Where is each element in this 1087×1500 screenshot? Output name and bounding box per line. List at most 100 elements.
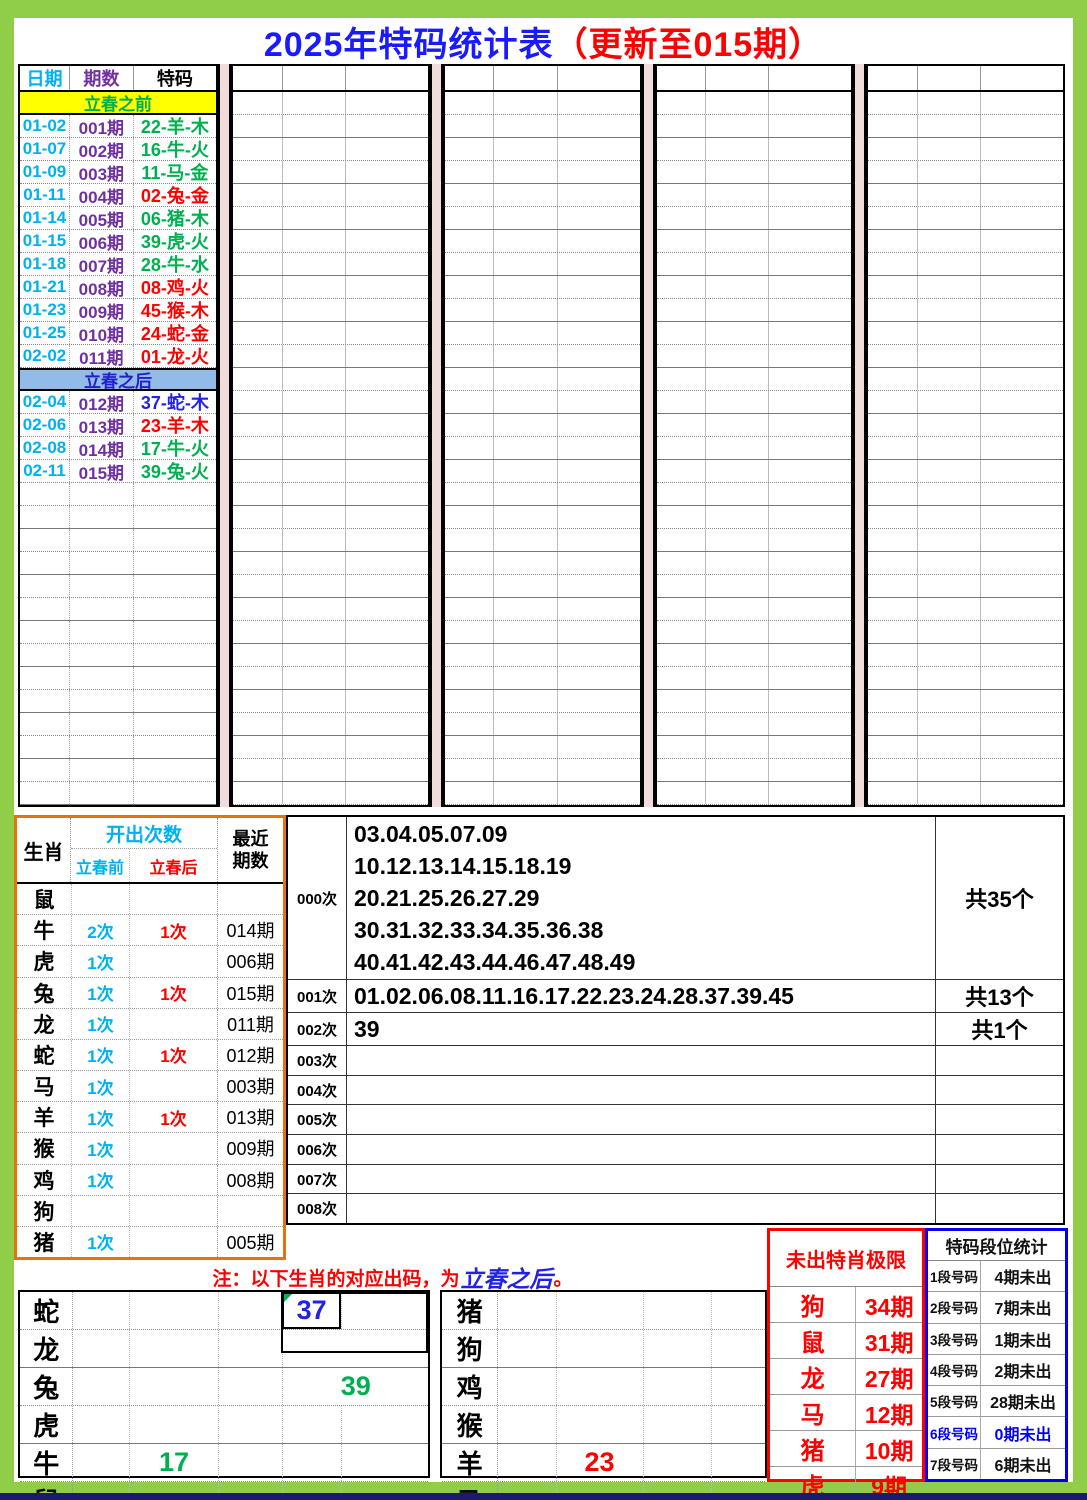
header-period: 期数 bbox=[69, 66, 133, 90]
grid-cell bbox=[73, 1444, 128, 1481]
count-before: 1次 bbox=[71, 977, 129, 1008]
empty-code-cell bbox=[132, 529, 216, 551]
empty-result-row bbox=[233, 115, 428, 138]
empty-cell bbox=[493, 667, 556, 689]
grid-cell bbox=[73, 1406, 128, 1443]
code-cell: 16-牛-火 bbox=[132, 138, 216, 160]
row-label: 蛇 bbox=[20, 1292, 74, 1329]
empty-cell bbox=[445, 299, 494, 321]
empty-result-row bbox=[444, 391, 640, 414]
empty-cell bbox=[233, 552, 282, 574]
empty-cell bbox=[556, 506, 640, 528]
empty-cell bbox=[556, 483, 640, 505]
results-group-empty bbox=[654, 64, 854, 807]
code-cell: 17-牛-火 bbox=[132, 437, 216, 459]
empty-cell bbox=[705, 138, 768, 160]
recent-period: 011期 bbox=[217, 1008, 283, 1039]
grid-cell bbox=[710, 1368, 765, 1405]
empty-cell bbox=[344, 575, 428, 597]
empty-cell bbox=[980, 667, 1063, 689]
date-cell: 01-21 bbox=[22, 277, 67, 296]
empty-cell bbox=[493, 414, 556, 436]
empty-cell bbox=[980, 184, 1063, 206]
empty-cell bbox=[657, 621, 706, 643]
empty-result-row bbox=[868, 460, 1063, 483]
selected-cell-value[interactable]: 37 bbox=[282, 1292, 341, 1329]
recent-period: 005期 bbox=[217, 1226, 283, 1258]
zodiac-count-table: 生肖 开出次数 立春前 立春后 最近 期数 鼠 牛 2次 1次 014期 虎 1… bbox=[14, 815, 286, 1260]
counts-row: 000次 03.04.05.07.09 10.12.13.14.15.18.19 2… bbox=[288, 817, 1063, 980]
count-after bbox=[129, 1195, 217, 1226]
empty-date-cell bbox=[20, 713, 69, 735]
empty-result-row bbox=[444, 115, 640, 138]
empty-cell bbox=[344, 667, 428, 689]
empty-cell bbox=[233, 460, 282, 482]
missing-zodiac-row: 马 12期 bbox=[770, 1395, 922, 1431]
code-cell: 23-羊-木 bbox=[132, 414, 216, 436]
empty-cell bbox=[445, 230, 494, 252]
empty-result-row bbox=[656, 368, 852, 391]
zodiac-name: 马 bbox=[33, 1076, 55, 1100]
empty-cell bbox=[445, 115, 494, 137]
empty-cell bbox=[281, 690, 345, 712]
empty-result-row bbox=[444, 529, 640, 552]
count-label: 004次 bbox=[288, 1075, 347, 1105]
empty-cell bbox=[493, 644, 556, 666]
empty-cell bbox=[493, 621, 556, 643]
empty-cell bbox=[657, 506, 706, 528]
empty-cell bbox=[705, 345, 768, 367]
empty-cell bbox=[868, 276, 917, 298]
empty-result-row bbox=[868, 368, 1063, 391]
empty-cell bbox=[556, 575, 640, 597]
empty-result-row bbox=[233, 368, 428, 391]
empty-cell bbox=[768, 391, 851, 413]
header-code: 特码 bbox=[132, 66, 216, 90]
empty-cell bbox=[705, 598, 768, 620]
recent-period: 015期 bbox=[217, 977, 283, 1008]
empty-cell bbox=[705, 115, 768, 137]
date-cell: 02-08 bbox=[22, 438, 67, 457]
empty-date-cell bbox=[20, 736, 69, 758]
empty-cell bbox=[445, 414, 494, 436]
count-label: 007次 bbox=[288, 1164, 347, 1194]
empty-cell bbox=[657, 92, 706, 114]
empty-result-row bbox=[444, 690, 640, 713]
empty-result-row bbox=[233, 529, 428, 552]
empty-cell bbox=[556, 230, 640, 252]
code-cell: 08-鸡-火 bbox=[132, 276, 216, 298]
empty-cell bbox=[445, 575, 494, 597]
empty-header-cell bbox=[657, 66, 706, 90]
empty-cell bbox=[705, 391, 768, 413]
empty-cell bbox=[493, 138, 556, 160]
empty-code-cell bbox=[132, 598, 216, 620]
count-total bbox=[935, 1046, 1063, 1075]
empty-cell bbox=[556, 460, 640, 482]
grid-row: 狗 bbox=[442, 1330, 765, 1368]
empty-cell bbox=[768, 184, 851, 206]
empty-cell bbox=[445, 92, 494, 114]
empty-cell bbox=[233, 644, 282, 666]
empty-cell bbox=[556, 644, 640, 666]
count-after: 1次 bbox=[129, 977, 217, 1008]
empty-result-row bbox=[233, 161, 428, 184]
empty-cell bbox=[768, 598, 851, 620]
count-after: 1次 bbox=[129, 915, 217, 946]
missing-zodiac-table: 未出特肖极限 狗 34期 鼠 31期 龙 27期 马 12期 猪 10期 虎 9… bbox=[767, 1228, 925, 1500]
empty-cell bbox=[705, 437, 768, 459]
numbers-list: 39 bbox=[347, 1013, 935, 1045]
empty-result-row bbox=[656, 345, 852, 368]
pink-separator-bar bbox=[641, 64, 655, 807]
empty-result-row bbox=[656, 529, 852, 552]
empty-header-cell bbox=[705, 66, 768, 90]
empty-cell bbox=[768, 276, 851, 298]
empty-cell bbox=[657, 598, 706, 620]
note-highlight: 立春之后 bbox=[460, 1266, 553, 1292]
empty-cell bbox=[768, 529, 851, 551]
empty-cell bbox=[445, 276, 494, 298]
empty-header-cell bbox=[445, 66, 494, 90]
empty-cell bbox=[980, 322, 1063, 344]
empty-result-row bbox=[444, 437, 640, 460]
empty-result-row bbox=[868, 322, 1063, 345]
empty-cell bbox=[344, 736, 428, 758]
empty-cell bbox=[281, 138, 345, 160]
